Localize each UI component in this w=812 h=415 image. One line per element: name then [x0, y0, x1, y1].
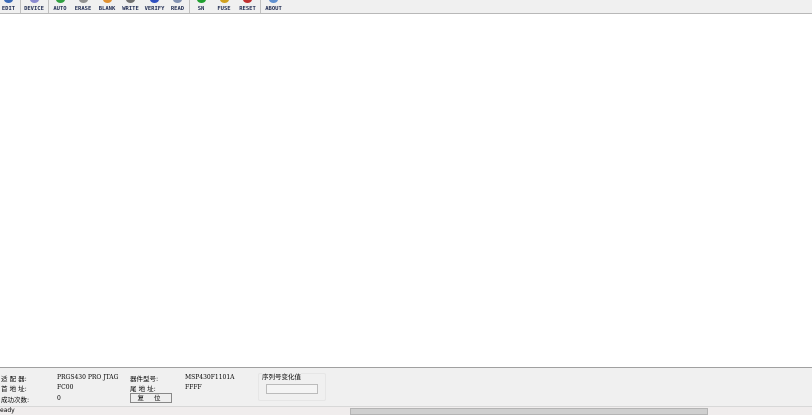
success-count-value: 0: [57, 395, 61, 402]
about-button[interactable]: ABOUT: [263, 0, 284, 13]
device-model-label: 器件型号:: [130, 375, 159, 383]
toolbar-separator: [20, 0, 21, 13]
adapter-label: 适 配 器:: [1, 375, 27, 383]
verify-icon: [150, 0, 159, 3]
success-count-label: 成功次数:: [1, 396, 30, 404]
start-address-label: 首 地 址:: [1, 385, 27, 393]
toolbar-separator: [189, 0, 190, 13]
edit-button[interactable]: EDIT: [0, 0, 17, 13]
blank-check-icon: [102, 0, 112, 3]
auto-button[interactable]: AUTO: [51, 0, 69, 13]
fuse-icon: [219, 0, 229, 3]
about-icon: [269, 0, 278, 3]
fuse-button[interactable]: FUSE: [215, 0, 233, 13]
info-panel: [0, 369, 812, 405]
blank-button[interactable]: BLANK: [97, 0, 117, 13]
write-button[interactable]: WRITE: [121, 0, 140, 13]
toolbar-separator: [260, 0, 261, 13]
erase-icon: [78, 0, 88, 3]
progress-bar: [350, 408, 708, 415]
end-address-label: 尾 地 址:: [130, 385, 156, 393]
device-button[interactable]: DEVICE: [22, 0, 46, 13]
read-icon: [173, 0, 182, 3]
adapter-value: PRGS430 PRO JTAG: [57, 374, 119, 381]
toolbar-separator: [48, 0, 49, 13]
reset-toolbar-button[interactable]: RESET: [237, 0, 258, 13]
verify-button[interactable]: VERIFY: [143, 0, 166, 13]
device-icon: [29, 0, 39, 3]
read-button[interactable]: READ: [169, 0, 186, 13]
reset-icon: [243, 0, 252, 3]
sn-button[interactable]: SN: [193, 0, 209, 13]
erase-button[interactable]: ERASE: [73, 0, 93, 13]
auto-icon: [55, 0, 65, 3]
write-icon: [126, 0, 135, 3]
reset-button[interactable]: 复 位: [130, 393, 172, 403]
start-address-value: FC00: [57, 384, 74, 391]
status-text: eady: [0, 407, 15, 414]
sn-label: 序列号变化值: [262, 371, 301, 381]
edit-icon: [4, 0, 13, 3]
device-model-value: MSP430F1101A: [185, 374, 235, 381]
toolbar: EDIT DEVICE AUTO ERASE BLANK WRITE VERIF…: [0, 0, 812, 14]
sn-icon: [196, 0, 206, 3]
output-area: [0, 14, 812, 368]
sn-change-input[interactable]: [266, 384, 318, 394]
end-address-value: FFFF: [185, 384, 202, 391]
